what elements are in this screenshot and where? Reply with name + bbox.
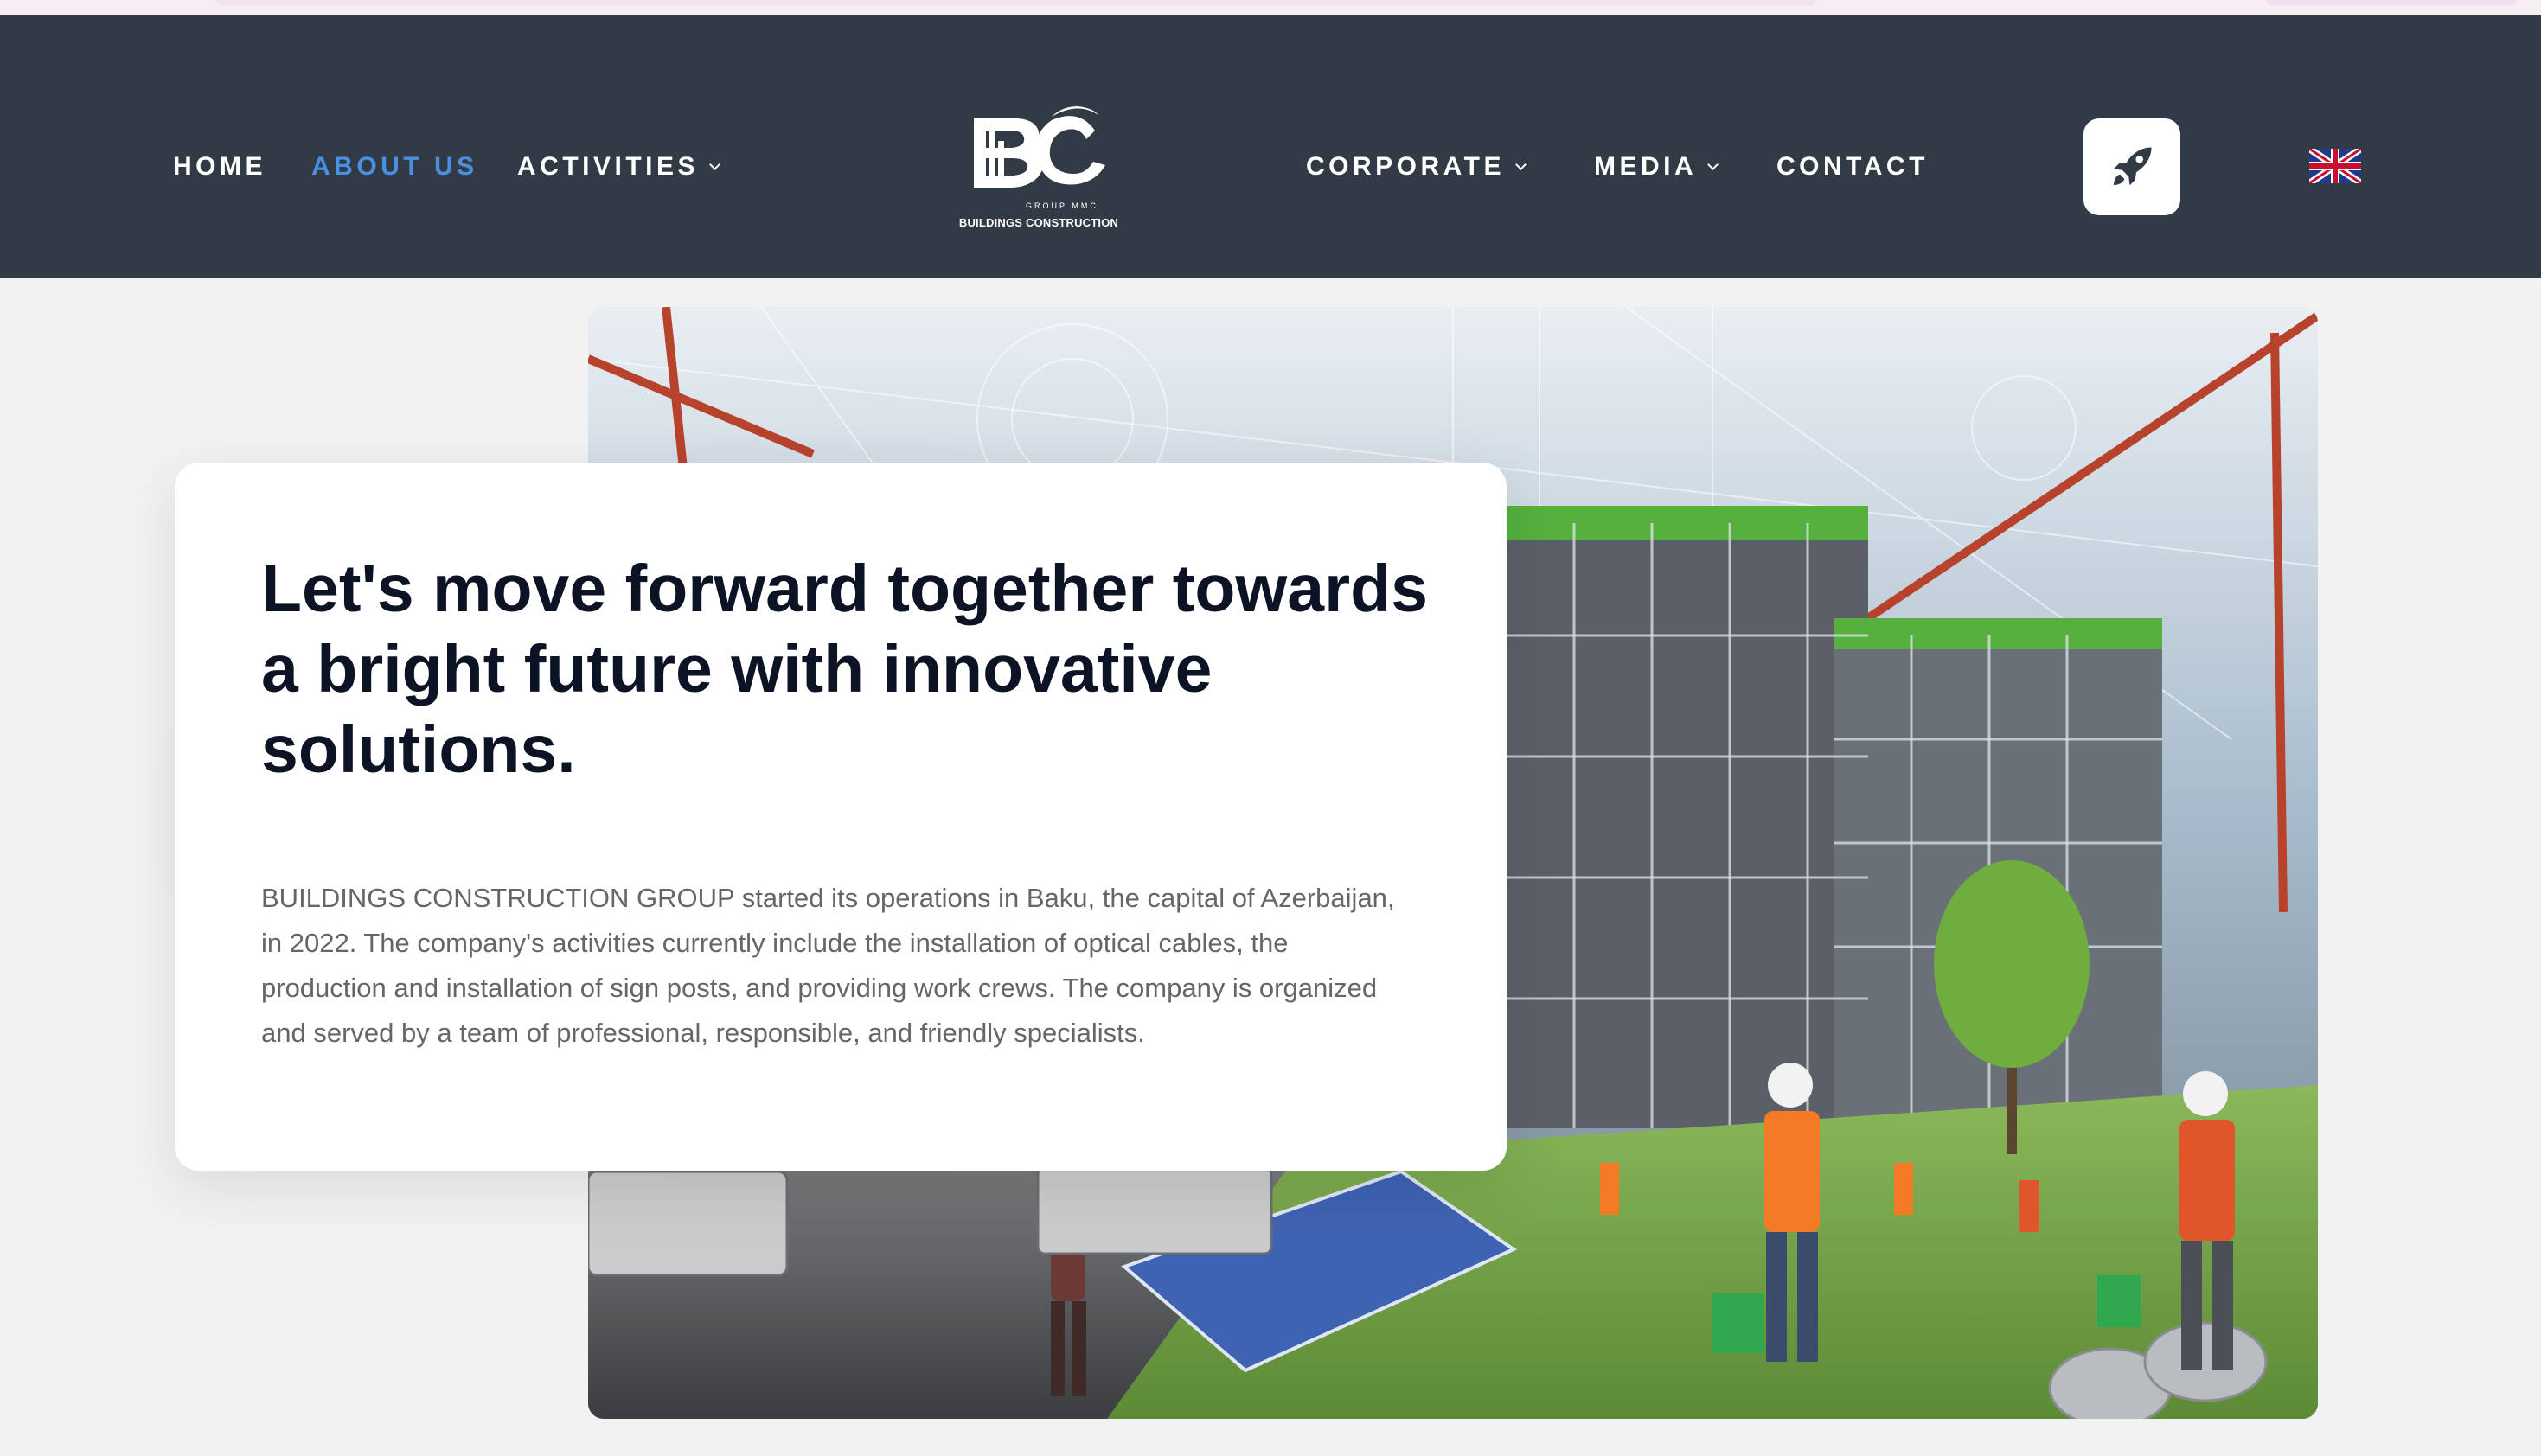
nav-media[interactable]: MEDIA — [1594, 151, 1719, 182]
nav-media-label: MEDIA — [1594, 152, 1698, 181]
site-header: HOME ABOUT US ACTIVITIES GROUP MMC BUILD… — [0, 15, 2541, 278]
rocket-button[interactable] — [2083, 118, 2180, 215]
nav-corporate-label: CORPORATE — [1306, 152, 1505, 181]
nav-home-label: HOME — [173, 152, 266, 181]
logo-group-text: GROUP MMC — [1026, 201, 1098, 210]
company-logo[interactable]: GROUP MMC BUILDINGS CONSTRUCTION — [948, 101, 1130, 231]
nav-activities-label: ACTIVITIES — [517, 152, 700, 181]
bc-monogram-icon — [974, 106, 1105, 188]
top-strip-pill — [2266, 0, 2517, 5]
top-strip-pill — [216, 0, 1816, 5]
browser-top-strip — [0, 0, 2541, 15]
rocket-icon — [2113, 147, 2152, 186]
nav-about-us[interactable]: ABOUT US — [311, 151, 478, 182]
nav-contact-label: CONTACT — [1776, 152, 1929, 181]
uk-flag-icon — [2307, 145, 2364, 187]
language-selector[interactable] — [2307, 145, 2364, 187]
intro-card: Let's move forward together towards a br… — [175, 463, 1507, 1171]
nav-corporate[interactable]: CORPORATE — [1306, 151, 1527, 182]
nav-activities[interactable]: ACTIVITIES — [517, 151, 720, 182]
nav-contact[interactable]: CONTACT — [1776, 151, 1929, 182]
hero-paragraph: BUILDINGS CONSTRUCTION GROUP started its… — [261, 883, 1395, 1048]
hero-headline: Let's move forward together towards a br… — [261, 552, 1428, 787]
chevron-down-icon — [709, 158, 720, 170]
chevron-down-icon — [1707, 158, 1719, 170]
chevron-down-icon — [1515, 158, 1527, 170]
nav-about-us-label: ABOUT US — [311, 152, 478, 181]
nav-home[interactable]: HOME — [173, 151, 266, 182]
logo-company-text: BUILDINGS CONSTRUCTION — [958, 216, 1119, 229]
